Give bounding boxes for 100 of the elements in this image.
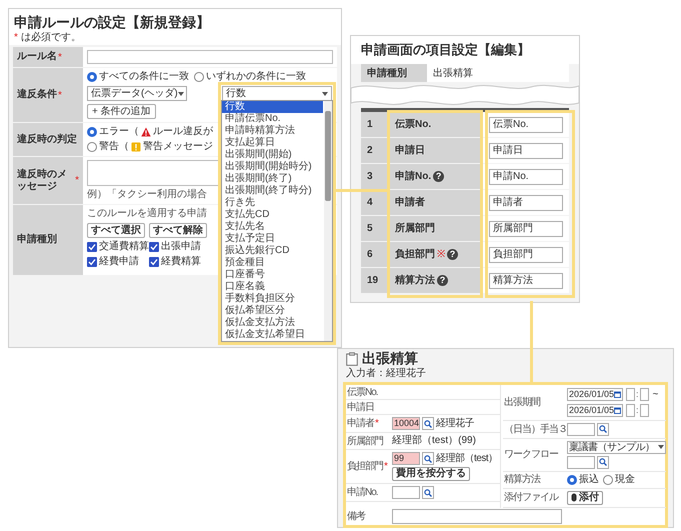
search-button[interactable] (422, 486, 434, 499)
dropdown-option[interactable]: 支払先CD (222, 209, 323, 221)
scrollbar[interactable] (324, 101, 332, 341)
example-text: 例）「タクシー利用の場合 (87, 189, 207, 201)
radio-button[interactable] (194, 72, 204, 82)
dropdown-option[interactable]: 口座名義 (222, 281, 323, 293)
label-input-field[interactable]: 申請日 (489, 142, 563, 158)
allocate-button[interactable]: 費用を按分する (392, 467, 470, 481)
add-condition-button[interactable]: + 条件の追加 (87, 104, 156, 119)
time-field[interactable] (626, 404, 635, 418)
label-input-field[interactable]: 申請者 (489, 194, 563, 210)
label-input-field[interactable]: 負担部門 (489, 246, 563, 262)
dropdown-option[interactable]: 出張期間(開始) (222, 149, 323, 161)
checkbox-label: 経費精算 (161, 256, 201, 268)
time-field[interactable] (626, 388, 635, 401)
code-input-field[interactable]: 99 (392, 452, 420, 465)
checkbox[interactable] (149, 257, 159, 267)
row-number: 5 (361, 216, 389, 241)
radio-label: すべての条件に一致 (99, 71, 189, 83)
dropdown-option[interactable]: 出張期間(開始時分) (222, 161, 323, 173)
dropdown-option[interactable]: 手数料負担区分 (222, 293, 323, 305)
label-input-field[interactable]: 精算方法 (489, 272, 563, 288)
hint-text: このルールを適用する申請 (87, 208, 207, 220)
remarks-field[interactable] (392, 508, 562, 524)
dropdown-option[interactable]: 仮払希望区分 (222, 305, 323, 317)
dropdown-option[interactable]: 行数 (222, 101, 323, 113)
search-button[interactable] (597, 456, 609, 468)
select-button[interactable]: すべて解除 (149, 223, 207, 238)
name-text: 経理花子 (436, 418, 474, 430)
code-input-field[interactable] (567, 422, 595, 436)
caret-icon (658, 445, 664, 449)
row-number: 19 (361, 268, 389, 293)
workflow-select[interactable]: 稟議書（サンプル） (567, 440, 666, 454)
time-colon: : (636, 388, 639, 401)
field-label: 精算方法 (504, 474, 540, 485)
exclamation-square-icon (131, 142, 141, 152)
field-label: 申請日 (347, 402, 374, 412)
label-input-field[interactable]: 所属部門 (489, 220, 563, 236)
dropdown-option[interactable]: 口座番号 (222, 269, 323, 281)
source-select[interactable]: 伝票データ(ヘッダ) (87, 86, 187, 101)
date-field[interactable]: 2026/01/05 (567, 388, 623, 401)
entered-by-text: 入力者：経理花子 (345, 368, 427, 380)
code-input-field[interactable] (392, 486, 420, 499)
dropdown-option[interactable]: 支払予定日 (222, 233, 323, 245)
time-field[interactable] (640, 388, 649, 401)
date-field[interactable]: 2026/01/05 (567, 404, 623, 418)
search-button[interactable] (597, 422, 609, 436)
required-mark: * (58, 88, 62, 102)
checkbox[interactable] (87, 257, 97, 267)
select-button[interactable]: すべて選択 (87, 223, 145, 238)
rule-name-field[interactable] (87, 50, 333, 64)
code-input-field[interactable] (567, 456, 595, 468)
row-number: 3 (361, 164, 389, 189)
checkbox-label: 交通費精算 (99, 241, 149, 253)
dropdown-option[interactable]: 振込先銀行CD (222, 245, 323, 257)
field-value: 出張精算 (427, 64, 569, 82)
dropdown-option[interactable]: 支払先名 (222, 221, 323, 233)
help-icon[interactable]: ? (447, 249, 458, 260)
field-label: 添付ファイル (504, 492, 558, 503)
label-input-field[interactable]: 申請No. (489, 168, 563, 184)
required-mark: * (58, 50, 62, 64)
checkbox[interactable] (87, 242, 97, 252)
row-number: 6 (361, 242, 389, 267)
dropdown-option[interactable]: 出張期間(終了) (222, 173, 323, 185)
dropdown-option[interactable]: 申請時精算方法 (222, 125, 323, 137)
required-mark: ※ (437, 248, 445, 262)
radio-button[interactable] (603, 474, 613, 484)
search-button[interactable] (422, 417, 434, 430)
required-mark: * (14, 32, 18, 43)
dropdown-option[interactable]: 仮払金支払方法 (222, 317, 323, 329)
radio-button[interactable] (87, 72, 97, 82)
radio-button[interactable] (567, 474, 577, 484)
field-label: 申請日 (395, 144, 425, 158)
field-value: 経理部（test）(99) (392, 435, 476, 447)
dropdown-option[interactable]: 出張期間(終了時分) (222, 185, 323, 197)
dropdown-option[interactable]: 支払起算日 (222, 137, 323, 149)
attach-button[interactable]: 添付 (567, 490, 603, 504)
search-icon (599, 425, 607, 433)
checkbox[interactable] (149, 242, 159, 252)
label-input-field[interactable]: 伝票No. (489, 116, 563, 132)
dropdown-option[interactable]: 仮払金支払希望日 (222, 329, 323, 341)
radio-note: ルール違反が (153, 126, 213, 138)
help-icon[interactable]: ? (437, 275, 448, 286)
time-field[interactable] (640, 404, 649, 418)
clipboard-icon (346, 352, 358, 366)
checkbox-label: 出張申請 (161, 241, 201, 253)
note-text: は必須です。 (20, 32, 81, 43)
radio-button[interactable] (87, 142, 97, 152)
dropdown-option[interactable]: 申請伝票No. (222, 113, 323, 125)
dropdown-option[interactable]: 行き先 (222, 197, 323, 209)
radio-button[interactable] (87, 127, 97, 137)
search-button[interactable] (422, 452, 434, 465)
code-input-field[interactable]: 10004 (392, 417, 420, 430)
radio-note: 警告メッセージ (143, 141, 213, 153)
field-label: 違反時の判定 (17, 134, 77, 146)
dropdown-option[interactable]: 預金種目 (222, 257, 323, 269)
help-icon[interactable]: ? (433, 171, 444, 182)
field-label: 所属部門 (347, 436, 383, 446)
field-select[interactable]: 行数 (222, 86, 332, 101)
search-icon (424, 488, 432, 496)
